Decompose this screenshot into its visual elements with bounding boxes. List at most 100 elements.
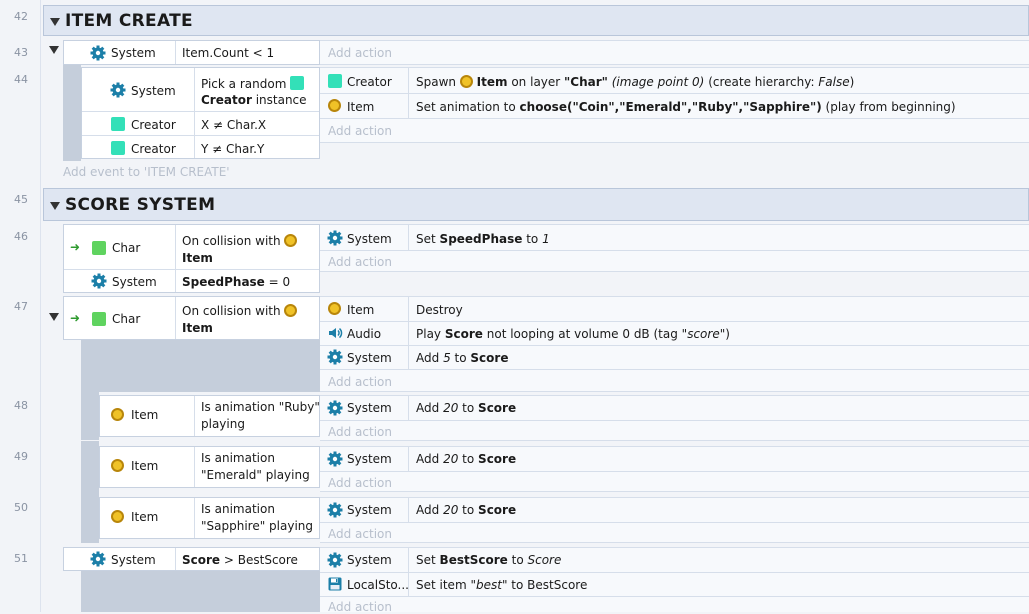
- add-action-link[interactable]: Add action: [328, 375, 392, 389]
- item-icon: [111, 408, 124, 421]
- event-51-actions[interactable]: System Set BestScore to Score LocalSto..…: [320, 547, 1029, 614]
- condition-text: "Sapphire" playing: [201, 519, 314, 533]
- object-name: Creator: [131, 142, 176, 156]
- gear-icon: [91, 273, 107, 289]
- object-name: System: [131, 84, 176, 98]
- collapse-triangle-icon[interactable]: [49, 46, 59, 54]
- indent-bar: [81, 492, 99, 543]
- condition-text: On collision with: [182, 304, 298, 318]
- condition-text: Y ≠ Char.Y: [201, 142, 265, 156]
- collapse-triangle-icon[interactable]: [50, 18, 60, 26]
- object-name: System: [347, 553, 392, 567]
- gear-icon: [90, 45, 106, 61]
- collapse-triangle-icon[interactable]: [49, 313, 59, 321]
- line-number: 46: [14, 230, 28, 243]
- creator-icon: [328, 74, 342, 88]
- item-icon: [328, 302, 341, 315]
- gear-icon: [327, 400, 343, 416]
- indent-bar: [63, 65, 81, 161]
- object-name: System: [111, 553, 156, 567]
- object-name: System: [347, 232, 392, 246]
- group-title: SCORE SYSTEM: [65, 195, 216, 215]
- add-action-link[interactable]: Add action: [328, 425, 392, 439]
- event-51-condition[interactable]: System Score > BestScore: [63, 547, 320, 571]
- object-name: Creator: [347, 75, 392, 89]
- event-46-actions[interactable]: System Set SpeedPhase to 1 Add action: [320, 224, 1029, 272]
- line-number: 47: [14, 300, 28, 313]
- trigger-arrow-icon: ➜: [70, 240, 81, 254]
- event-44-actions[interactable]: Creator Spawn Item on layer "Char" (imag…: [320, 67, 1029, 143]
- action-text: Set SpeedPhase to 1: [416, 232, 550, 246]
- gear-icon: [327, 451, 343, 467]
- event-48-condition[interactable]: Item Is animation "Ruby" playing: [99, 395, 320, 437]
- event-46-conditions[interactable]: ➜ Char On collision with Item System Spe…: [63, 224, 320, 293]
- line-number: 51: [14, 552, 28, 565]
- event-43-actions[interactable]: Add action: [320, 40, 1029, 65]
- gear-icon: [327, 230, 343, 246]
- trigger-arrow-icon: ➜: [70, 311, 81, 325]
- creator-icon: [111, 117, 125, 131]
- action-text: Set animation to choose("Coin","Emerald"…: [416, 100, 956, 114]
- object-name: Item: [131, 510, 159, 524]
- action-text: Destroy: [416, 303, 463, 317]
- add-action-link[interactable]: Add action: [328, 527, 392, 541]
- event-48-actions[interactable]: System Add 20 to Score Add action: [320, 395, 1029, 441]
- condition-text: On collision with: [182, 234, 298, 248]
- object-name: Item: [347, 303, 375, 317]
- event-50-condition[interactable]: Item Is animation "Sapphire" playing: [99, 497, 320, 539]
- action-text: Play Score not looping at volume 0 dB (t…: [416, 327, 730, 341]
- group-header-score-system[interactable]: SCORE SYSTEM: [43, 188, 1029, 221]
- event-49-condition[interactable]: Item Is animation "Emerald" playing: [99, 446, 320, 488]
- event-50-actions[interactable]: System Add 20 to Score Add action: [320, 497, 1029, 543]
- condition-text: X ≠ Char.X: [201, 118, 267, 132]
- line-number: 48: [14, 399, 28, 412]
- item-icon: [459, 75, 473, 88]
- event-49-actions[interactable]: System Add 20 to Score Add action: [320, 446, 1029, 492]
- empty-condition-area: [81, 340, 320, 392]
- object-name: System: [111, 46, 156, 60]
- add-action-link[interactable]: Add action: [328, 46, 392, 60]
- add-event-link[interactable]: Add event to 'ITEM CREATE': [63, 165, 230, 179]
- object-name: System: [347, 401, 392, 415]
- group-header-item-create[interactable]: ITEM CREATE: [43, 5, 1029, 36]
- line-number: 43: [14, 46, 28, 59]
- action-text: Set BestScore to Score: [416, 553, 562, 567]
- item-icon: [284, 234, 298, 247]
- speaker-icon: [329, 327, 343, 339]
- action-text: Add 5 to Score: [416, 351, 509, 365]
- item-icon: [328, 99, 341, 112]
- condition-text: Score > BestScore: [182, 553, 298, 567]
- collapse-triangle-icon[interactable]: [50, 202, 60, 210]
- condition-text: Item: [182, 251, 213, 265]
- gear-icon: [327, 349, 343, 365]
- object-name: System: [112, 275, 157, 289]
- condition-text: Pick a random: [201, 76, 305, 91]
- object-name: System: [347, 452, 392, 466]
- object-name: Char: [112, 241, 141, 255]
- event-43-condition[interactable]: System Item.Count < 1: [63, 40, 320, 65]
- add-action-link[interactable]: Add action: [328, 124, 392, 138]
- object-name: Item: [131, 459, 159, 473]
- line-number: 44: [14, 73, 28, 86]
- action-text: Add 20 to Score: [416, 503, 517, 517]
- line-number: 45: [14, 193, 28, 206]
- event-47-actions[interactable]: Item Destroy Audio Play Score not loopin…: [320, 296, 1029, 392]
- action-text: Add 20 to Score: [416, 452, 517, 466]
- event-44-conditions[interactable]: System Pick a random Creator instance Cr…: [81, 67, 320, 159]
- creator-icon: [111, 141, 125, 155]
- gear-icon: [90, 551, 106, 567]
- line-number: 49: [14, 450, 28, 463]
- add-action-link[interactable]: Add action: [328, 255, 392, 269]
- condition-text: SpeedPhase = 0: [182, 275, 291, 289]
- item-icon: [284, 304, 298, 317]
- empty-condition-area: [81, 571, 320, 612]
- gear-icon: [327, 552, 343, 568]
- item-icon: [111, 459, 124, 472]
- condition-text: Item.Count < 1: [182, 46, 275, 60]
- object-name: Item: [131, 408, 159, 422]
- condition-text: "Emerald" playing: [201, 468, 310, 482]
- group-title: ITEM CREATE: [65, 11, 193, 31]
- floppy-disk-icon: [328, 577, 342, 591]
- add-action-link[interactable]: Add action: [328, 476, 392, 490]
- event-47-condition[interactable]: ➜ Char On collision with Item: [63, 296, 320, 340]
